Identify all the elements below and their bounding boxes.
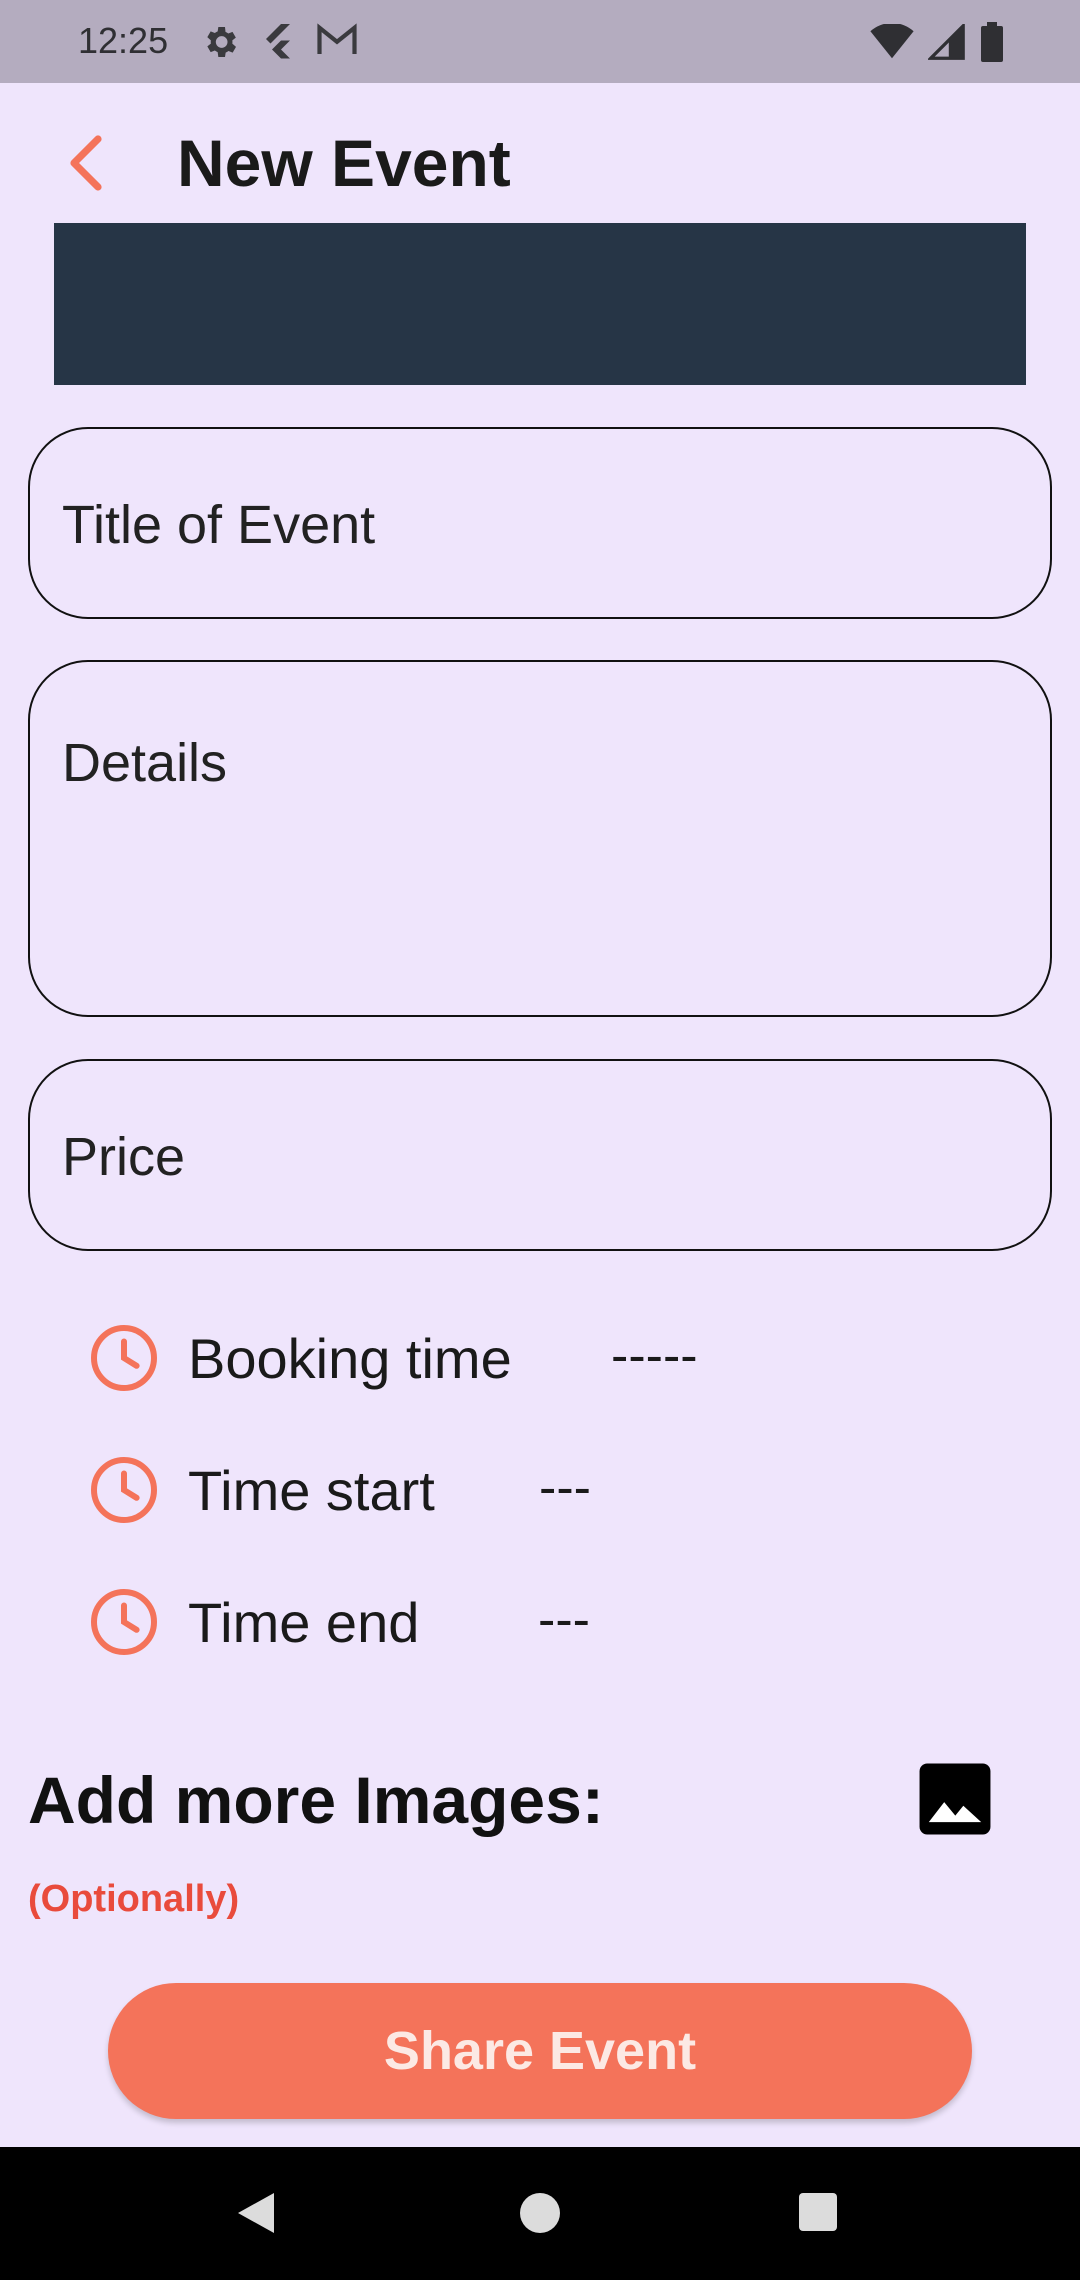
image-icon (919, 1763, 991, 1835)
gmail-icon (317, 23, 357, 54)
share-event-button[interactable]: Share Event (108, 1983, 972, 2119)
app-bar: New Event (0, 83, 1080, 223)
status-time: 12:25 (78, 20, 169, 61)
square-recents-icon (799, 2193, 837, 2231)
triangle-back-icon (238, 2193, 274, 2233)
nav-home-button[interactable] (518, 2191, 562, 2240)
clock-icon (91, 1457, 157, 1523)
clock-icon (91, 1325, 157, 1391)
circle-home-icon (520, 2193, 560, 2233)
signal-icon (928, 24, 965, 60)
price-input[interactable]: Price (28, 1059, 1052, 1251)
details-input[interactable]: Details (28, 660, 1052, 1017)
title-input-label: Title of Event (62, 495, 376, 555)
nav-recents-button[interactable] (797, 2191, 839, 2238)
share-event-label: Share Event (383, 2021, 697, 2081)
time-start-label: Time start (188, 1459, 435, 1522)
chevron-left-icon (70, 135, 102, 191)
nav-back-button[interactable] (234, 2189, 278, 2242)
wifi-icon (870, 24, 914, 59)
system-nav-bar (0, 2147, 1080, 2280)
add-images-heading: Add more Images: (28, 1763, 604, 1837)
title-input[interactable]: Title of Event (28, 427, 1052, 619)
status-right-icons (870, 22, 1004, 62)
price-input-label: Price (62, 1127, 186, 1187)
time-end-row[interactable]: Time end --- (88, 1582, 688, 1662)
flutter-icon (266, 24, 290, 59)
status-bar: 12:25 (0, 0, 1080, 83)
clock-icon (91, 1589, 157, 1655)
add-image-button[interactable] (918, 1762, 992, 1836)
booking-time-row[interactable]: Booking time ----- (88, 1318, 738, 1398)
booking-time-label: Booking time (188, 1327, 512, 1390)
event-image-banner[interactable] (54, 223, 1026, 385)
back-button[interactable] (56, 123, 116, 203)
time-end-label: Time end (188, 1591, 420, 1654)
status-left-icons (200, 22, 358, 62)
time-start-value: --- (539, 1459, 591, 1517)
time-end-value: --- (538, 1591, 590, 1649)
details-input-label: Details (62, 733, 228, 793)
booking-time-value: ----- (611, 1327, 698, 1385)
optional-note: (Optionally) (28, 1878, 240, 1920)
battery-icon (981, 22, 1003, 62)
gear-icon (207, 27, 236, 57)
page-title: New Event (177, 126, 511, 200)
time-start-row[interactable]: Time start --- (88, 1450, 688, 1530)
